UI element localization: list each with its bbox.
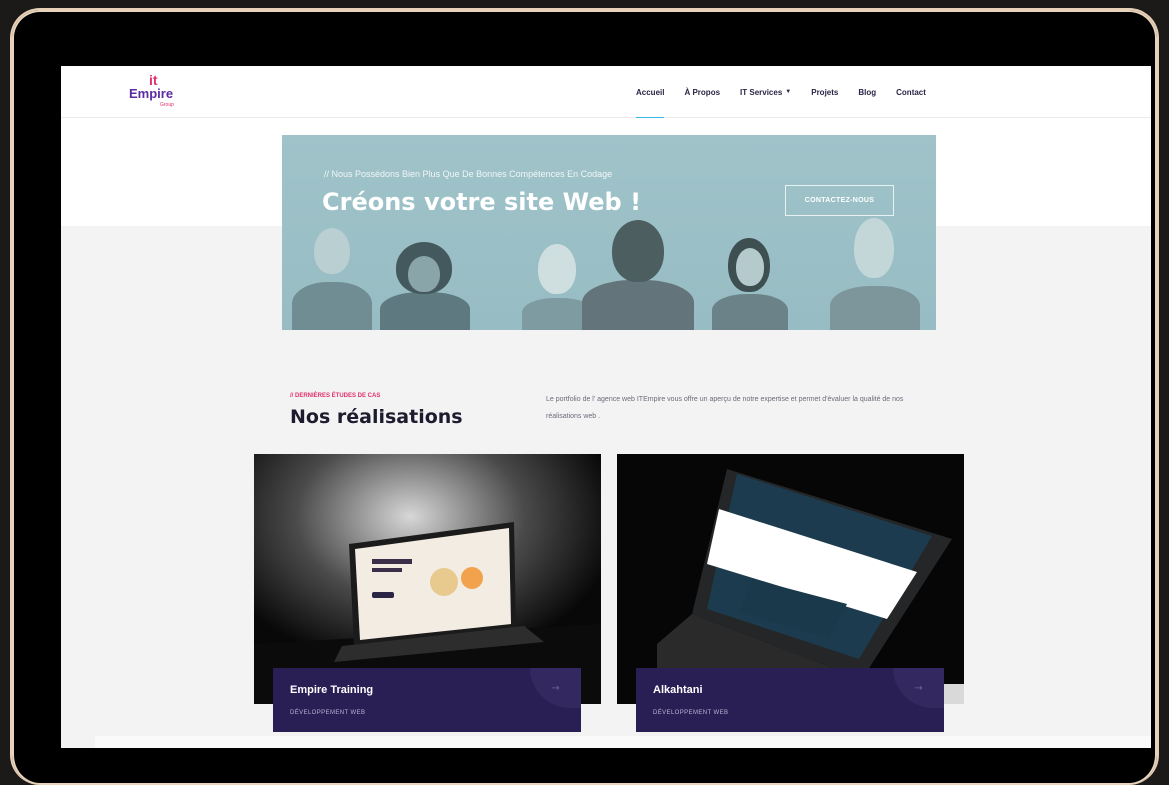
hero-person-illustration (292, 212, 372, 330)
hero-person-illustration (582, 220, 694, 330)
laptop-mockup-image (254, 454, 601, 704)
hero-person-illustration (380, 242, 470, 330)
section-description: Le portfolio de l' agence web ITEmpire v… (546, 396, 904, 420)
nav-label: Accueil (636, 87, 665, 97)
arrow-right-icon[interactable]: → (530, 668, 581, 708)
project-card-label[interactable]: Empire Training DÉVELOPPEMENT WEB → (273, 668, 581, 732)
contact-button[interactable]: CONTACTEZ-NOUS (785, 185, 894, 216)
nav-label: IT Services (740, 87, 783, 97)
tablet-frame: it Empire Group Accueil À Propos IT Serv… (10, 8, 1159, 785)
project-category: DÉVELOPPEMENT WEB (653, 710, 729, 716)
hero-person-illustration (830, 218, 920, 330)
nav-label: À Propos (684, 87, 721, 97)
nav-item-a-propos[interactable]: À Propos (684, 66, 720, 118)
hero-title: Créons votre site Web ! (322, 188, 642, 216)
project-title: Alkahtani (653, 684, 703, 696)
hero-banner: // Nous Possédons Bien Plus Que De Bonne… (282, 135, 936, 330)
chevron-down-icon: ▼ (785, 89, 792, 95)
section-title: Nos réalisations (290, 406, 463, 428)
section-kicker: // DERNIÈRES ÉTUDES DE CAS (290, 393, 381, 399)
browser-viewport: it Empire Group Accueil À Propos IT Serv… (61, 66, 1151, 748)
arrow-right-icon[interactable]: → (893, 668, 944, 708)
hero-person-illustration (712, 236, 788, 330)
nav-label: Blog (858, 87, 877, 97)
project-title: Empire Training (290, 684, 374, 696)
logo-wordmark: Empire (129, 86, 174, 101)
hero-subtitle: // Nous Possédons Bien Plus Que De Bonne… (324, 169, 613, 179)
project-category: DÉVELOPPEMENT WEB (290, 710, 366, 716)
site-header: it Empire Group Accueil À Propos IT Serv… (61, 66, 1151, 119)
project-card-label[interactable]: Alkahtani DÉVELOPPEMENT WEB → (636, 668, 944, 732)
nav-item-it-services[interactable]: IT Services ▼ (740, 66, 791, 118)
nav-item-accueil[interactable]: Accueil (636, 66, 665, 119)
laptop-mockup-image (617, 454, 964, 704)
next-section-edge (95, 736, 1151, 748)
logo-group-text: Group (160, 102, 174, 108)
nav-item-contact[interactable]: Contact (896, 66, 926, 118)
project-card-image[interactable] (254, 454, 601, 704)
nav-label: Projets (811, 87, 839, 97)
nav-item-projets[interactable]: Projets (811, 66, 838, 118)
nav-label: Contact (896, 87, 926, 97)
project-card-image[interactable] (617, 454, 964, 704)
brand-logo[interactable]: it Empire Group (127, 72, 183, 112)
nav-item-blog[interactable]: Blog (858, 66, 876, 118)
main-nav: Accueil À Propos IT Services ▼ Projets Bl… (636, 66, 926, 119)
